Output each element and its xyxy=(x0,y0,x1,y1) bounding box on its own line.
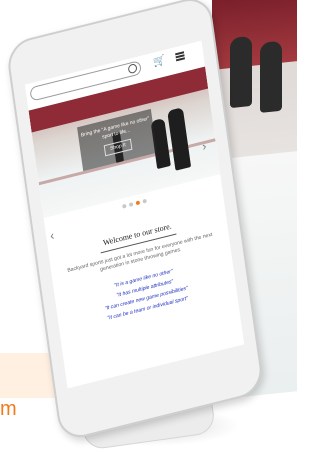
carousel-dot[interactable] xyxy=(128,202,134,208)
person-figure xyxy=(167,107,192,171)
carousel-dot-active[interactable] xyxy=(135,200,141,206)
carousel-dot[interactable] xyxy=(142,198,147,204)
menu-icon[interactable] xyxy=(175,51,185,61)
rink-roof xyxy=(212,0,297,71)
person-figure xyxy=(230,35,252,109)
carousel-dot[interactable] xyxy=(122,203,127,209)
search-icon[interactable] xyxy=(127,63,138,75)
corner-text: m xyxy=(0,398,17,420)
chevron-left-icon[interactable]: ‹ xyxy=(49,228,55,243)
person-figure xyxy=(260,40,282,113)
carousel-dots xyxy=(122,198,147,209)
hero-caption: Bring the "A game like no other" sport t… xyxy=(77,108,157,172)
shop-it-button[interactable]: Shop It xyxy=(103,138,133,157)
cart-icon[interactable]: 🛒 xyxy=(153,55,167,69)
